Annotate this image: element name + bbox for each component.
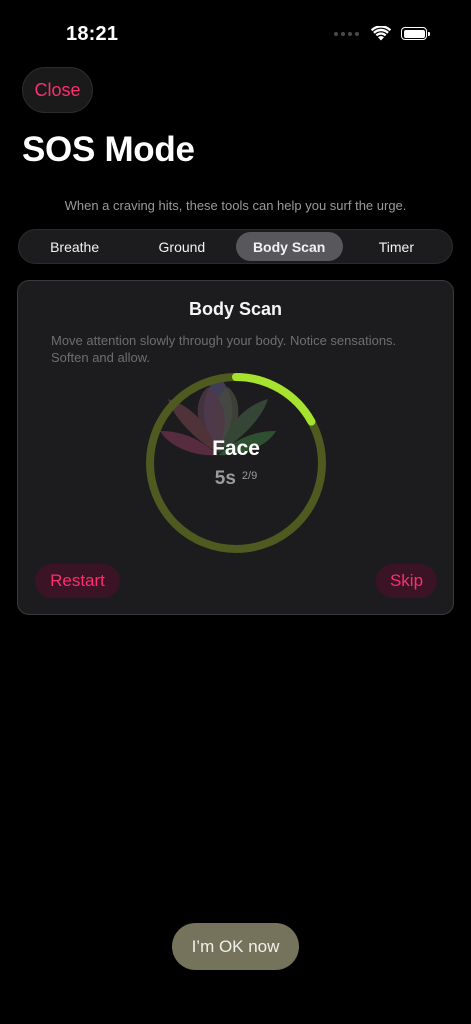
close-button[interactable]: Close	[22, 67, 93, 113]
progress-ring: Face 5s 2/9	[144, 371, 328, 555]
tab-ground[interactable]: Ground	[128, 232, 235, 261]
body-scan-card: Body Scan Move attention slowly through …	[17, 280, 454, 615]
card-title: Body Scan	[188, 299, 283, 319]
battery-icon	[401, 27, 430, 40]
step-counter: 2/9	[241, 470, 258, 482]
im-ok-now-button[interactable]: I’m OK now	[172, 923, 299, 970]
skip-button[interactable]: Skip	[376, 564, 437, 598]
tab-breathe[interactable]: Breathe	[21, 232, 128, 261]
seconds-remaining: 5s	[214, 468, 236, 489]
cellular-signal-icon	[334, 31, 359, 36]
restart-button[interactable]: Restart	[35, 564, 120, 598]
tab-body-scan[interactable]: Body Scan	[235, 232, 343, 261]
page-subtitle: When a craving hits, these tools can hel…	[64, 198, 407, 213]
status-icons	[334, 26, 430, 41]
tool-tabs: Breathe Ground Body Scan Timer	[18, 229, 453, 264]
card-description: Move attention slowly through your body.…	[51, 333, 397, 365]
status-time: 18:21	[66, 23, 119, 45]
wifi-icon	[371, 26, 391, 41]
tab-timer[interactable]: Timer	[343, 232, 450, 261]
ring-subtext: 5s 2/9	[144, 468, 328, 490]
current-body-area: Face	[212, 437, 260, 460]
page-title: SOS Mode	[22, 130, 195, 169]
